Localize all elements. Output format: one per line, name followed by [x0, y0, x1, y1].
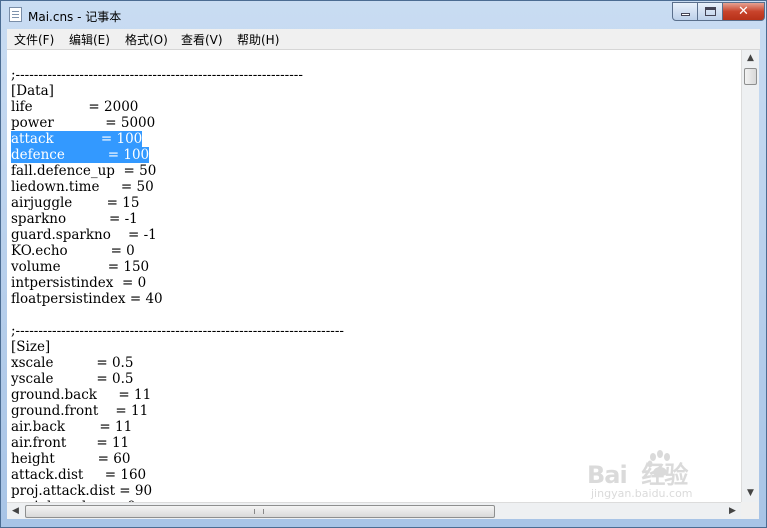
text-line[interactable]: life = 2000 — [11, 99, 344, 115]
text-line[interactable]: attack.dist = 160 — [11, 467, 344, 483]
scroll-left-arrow-icon[interactable]: ◀ — [7, 503, 24, 520]
window-title: Mai.cns - 记事本 — [28, 10, 122, 24]
baidu-paw-icon — [647, 450, 670, 476]
selected-text[interactable]: attack = 100 — [11, 131, 143, 147]
text-line[interactable]: KO.echo = 0 — [11, 243, 344, 259]
maximize-button[interactable] — [697, 2, 723, 21]
text-line[interactable]: sparkno = -1 — [11, 211, 344, 227]
text-line[interactable]: ground.front = 11 — [11, 403, 344, 419]
text-line[interactable]: [Size] — [11, 339, 344, 355]
menu-bar: 文件(F) 编辑(E) 格式(O) 查看(V) 帮助(H) — [7, 29, 760, 50]
close-icon: ✕ — [738, 4, 749, 19]
menu-help[interactable]: 帮助(H) — [237, 31, 279, 48]
document-text[interactable]: ;---------------------------------------… — [11, 67, 344, 502]
text-line[interactable]: [Data] — [11, 83, 344, 99]
text-line[interactable]: airjuggle = 15 — [11, 195, 344, 211]
text-line[interactable]: ;---------------------------------------… — [11, 323, 344, 339]
text-editor[interactable]: ;---------------------------------------… — [7, 50, 741, 502]
text-line[interactable]: ground.back = 11 — [11, 387, 344, 403]
maximize-icon — [705, 7, 716, 16]
text-line[interactable]: yscale = 0.5 — [11, 371, 344, 387]
text-line[interactable]: attack = 100 — [11, 131, 344, 147]
text-line[interactable]: proj.attack.dist = 90 — [11, 483, 344, 499]
vertical-scroll-thumb[interactable] — [744, 68, 757, 85]
title-bar[interactable]: Mai.cns - 记事本 ✕ — [1, 1, 766, 29]
text-line[interactable]: xscale = 0.5 — [11, 355, 344, 371]
menu-edit[interactable]: 编辑(E) — [69, 31, 110, 48]
watermark-url: jingyan.baidu.com — [591, 487, 693, 500]
horizontal-scrollbar[interactable]: ◀ ▶ — [7, 502, 741, 519]
notepad-app-icon[interactable] — [9, 7, 22, 22]
text-line[interactable]: liedown.time = 50 — [11, 179, 344, 195]
text-line[interactable] — [11, 307, 344, 323]
scroll-right-arrow-icon[interactable]: ▶ — [724, 503, 741, 520]
baidu-watermark: Bai 经验 jingyan.baidu.com — [587, 450, 737, 503]
selected-text[interactable]: defence = 100 — [11, 147, 150, 163]
text-line[interactable]: air.front = 11 — [11, 435, 344, 451]
text-line[interactable]: floatpersistindex = 40 — [11, 291, 344, 307]
text-line[interactable]: fall.defence_up = 50 — [11, 163, 344, 179]
menu-format[interactable]: 格式(O) — [125, 31, 168, 48]
text-line[interactable]: defence = 100 — [11, 147, 344, 163]
horizontal-scroll-thumb[interactable] — [25, 505, 495, 518]
text-line[interactable]: guard.sparkno = -1 — [11, 227, 344, 243]
menu-view[interactable]: 查看(V) — [181, 31, 223, 48]
scroll-down-arrow-icon[interactable]: ▼ — [742, 485, 759, 502]
notepad-window: Mai.cns - 记事本 ✕ 文件(F) 编辑(E) 格式(O) 查看(V) … — [0, 0, 767, 528]
scroll-grip-icon — [254, 509, 264, 514]
text-line[interactable]: intpersistindex = 0 — [11, 275, 344, 291]
scroll-up-arrow-icon[interactable]: ▲ — [742, 50, 759, 67]
text-line[interactable]: height = 60 — [11, 451, 344, 467]
text-line[interactable]: power = 5000 — [11, 115, 344, 131]
resize-grip[interactable] — [741, 502, 759, 519]
close-button[interactable]: ✕ — [722, 2, 765, 21]
text-line[interactable]: volume = 150 — [11, 259, 344, 275]
menu-file[interactable]: 文件(F) — [14, 31, 54, 48]
text-line[interactable]: ;---------------------------------------… — [11, 67, 344, 83]
vertical-scrollbar[interactable]: ▲ ▼ — [741, 50, 759, 502]
minimize-button[interactable] — [672, 2, 698, 21]
text-line[interactable]: air.back = 11 — [11, 419, 344, 435]
minimize-icon — [681, 13, 690, 16]
